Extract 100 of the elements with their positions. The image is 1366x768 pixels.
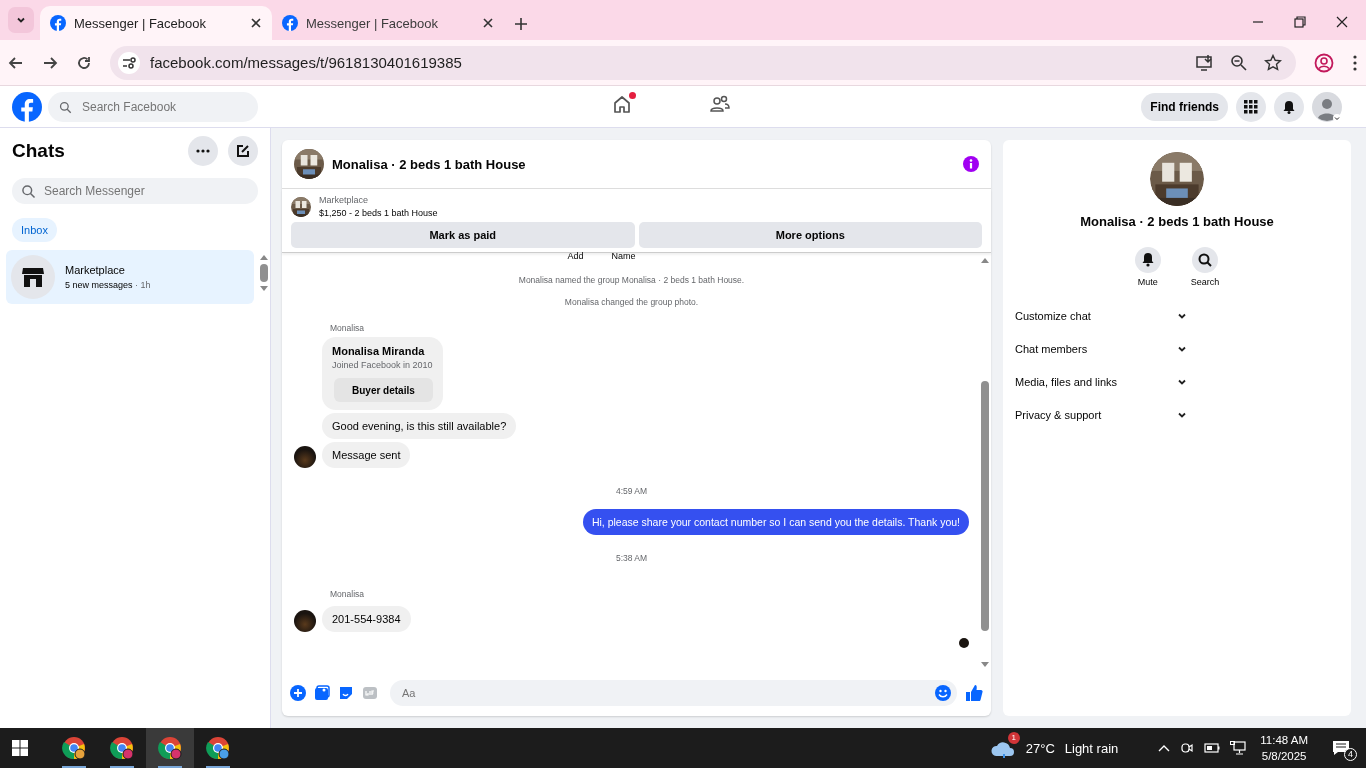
plus-icon[interactable] (290, 685, 306, 701)
timestamp: 4:59 AM (614, 486, 649, 496)
menu-icon[interactable] (1352, 53, 1358, 72)
section-toggle[interactable]: Media, files and links (1015, 365, 1339, 398)
facebook-logo (12, 91, 42, 122)
browser-tab[interactable]: Messenger | Facebook (40, 6, 272, 40)
details-action[interactable]: Mute (1134, 247, 1161, 287)
search-field[interactable]: Search Facebook (48, 91, 258, 122)
close-icon[interactable] (250, 17, 262, 29)
grid-icon (1244, 99, 1258, 114)
apps-menu-button[interactable] (1236, 91, 1266, 122)
facebook-logo (282, 15, 298, 31)
notifications-icon[interactable] (1332, 740, 1350, 756)
chevron-up-icon[interactable] (1158, 744, 1171, 752)
forward-icon[interactable] (42, 54, 58, 71)
section-toggle[interactable]: Customize chat (1015, 299, 1339, 332)
timestamp: 5:38 AM (614, 553, 649, 563)
restore-icon[interactable] (1294, 16, 1306, 28)
chat-list-item[interactable]: Marketplace 5 new messages · 1h (6, 250, 254, 304)
text-input[interactable]: Aa (400, 686, 935, 700)
new-message-button[interactable] (228, 136, 258, 166)
browser-icon (110, 736, 134, 760)
info-icon[interactable] (963, 156, 979, 172)
profile-icon[interactable] (1314, 52, 1334, 73)
new-tab-icon[interactable] (514, 17, 528, 31)
sidebar-title: Chats (12, 140, 66, 162)
action-button[interactable]: Mark as paid (291, 222, 635, 248)
message-bubble: Good evening, is this still available? (322, 413, 517, 439)
notification-badge: 1 (1007, 732, 1020, 744)
conversation-name: Monalisa · 2 beds 1 bath House (1079, 214, 1275, 229)
message-bubble: Message sent (322, 442, 411, 468)
listing-source: Marketplace (319, 195, 370, 205)
clock-time: 11:48 AM (1260, 733, 1308, 748)
details-action[interactable]: Search (1190, 247, 1220, 287)
account-avatar-icon[interactable] (1312, 91, 1342, 122)
action-label: Add (567, 251, 584, 261)
message-bubble: 201-554-9384 (322, 606, 411, 632)
bell-icon (1134, 247, 1161, 273)
search-icon (58, 99, 72, 114)
address-bar[interactable]: facebook.com/messages/t/9618130401619385 (110, 45, 1296, 80)
listing-title: $1,250 - 2 beds 1 bath House (319, 208, 438, 218)
action-button[interactable]: More options (638, 222, 982, 248)
store-icon (21, 265, 45, 289)
filter-tab[interactable]: Inbox (12, 218, 57, 242)
temperature: 27°C (1025, 740, 1055, 756)
buyer-details-button[interactable]: Buyer details (334, 378, 433, 402)
system-message: Monalisa named the group Monalisa · 2 beds 1 bath House. (517, 275, 746, 285)
search-icon (20, 183, 36, 199)
photo-icon[interactable] (314, 685, 330, 701)
close-icon[interactable] (1336, 16, 1348, 28)
reload-icon[interactable] (76, 54, 92, 71)
chevron-down-icon (16, 15, 26, 25)
scroll-up-icon (260, 254, 268, 260)
chat-name: Marketplace (65, 264, 126, 276)
emoji-icon[interactable] (935, 685, 951, 701)
profile-subtitle: Joined Facebook in 2010 (332, 360, 433, 370)
star-icon[interactable] (1264, 53, 1282, 72)
close-icon[interactable] (482, 17, 494, 29)
compose-icon (236, 144, 250, 158)
section-toggle[interactable]: Privacy & support (1015, 398, 1339, 431)
system-message: Monalisa changed the group photo. (563, 297, 700, 307)
profile-name: Monalisa Miranda (332, 345, 426, 357)
scroll-down-icon (981, 662, 989, 668)
back-icon[interactable] (8, 54, 24, 71)
zoom-out-icon[interactable] (1230, 53, 1248, 72)
action-label: Name (611, 251, 636, 261)
sender-name: Monalisa (330, 323, 366, 333)
section-toggle[interactable]: Chat members (1015, 332, 1339, 365)
chat-time: · 1h (134, 280, 151, 290)
network-icon[interactable] (1230, 741, 1247, 755)
more-options-button[interactable] (188, 136, 218, 166)
sticker-icon[interactable] (338, 685, 354, 701)
thumbs-up-icon[interactable] (965, 684, 983, 702)
search-input[interactable]: Search Messenger (42, 183, 250, 199)
site-settings-icon[interactable] (118, 51, 140, 74)
install-icon[interactable] (1196, 53, 1214, 72)
browser-icon (62, 736, 86, 760)
friends-icon[interactable] (710, 94, 730, 114)
search-icon (1192, 247, 1218, 273)
browser-tab[interactable]: Messenger | Facebook (272, 6, 504, 40)
search-field[interactable]: Search Messenger (12, 178, 258, 204)
notifications-button[interactable] (1274, 91, 1304, 122)
message-input[interactable]: Aa (390, 680, 957, 706)
start-icon[interactable] (12, 740, 28, 756)
chat-preview: 5 new messages (65, 280, 133, 290)
camera-icon[interactable] (1180, 741, 1195, 755)
home-icon[interactable] (612, 94, 632, 114)
find-friends-button[interactable]: Find friends (1141, 92, 1228, 121)
scroll-up-icon (981, 257, 989, 263)
scroll-down-icon (260, 286, 268, 292)
search-input[interactable]: Search Facebook (80, 98, 248, 115)
taskbar-app[interactable] (146, 728, 194, 768)
notification-count: 4 (1344, 748, 1357, 761)
seen-avatar (959, 638, 969, 648)
battery-icon[interactable] (1204, 743, 1221, 753)
chat-title: Monalisa · 2 beds 1 bath House (332, 156, 527, 172)
facebook-logo (50, 15, 66, 31)
weather-condition: Light rain (1064, 740, 1119, 756)
sender-name: Monalisa (330, 589, 366, 599)
browser-icon (206, 736, 230, 760)
